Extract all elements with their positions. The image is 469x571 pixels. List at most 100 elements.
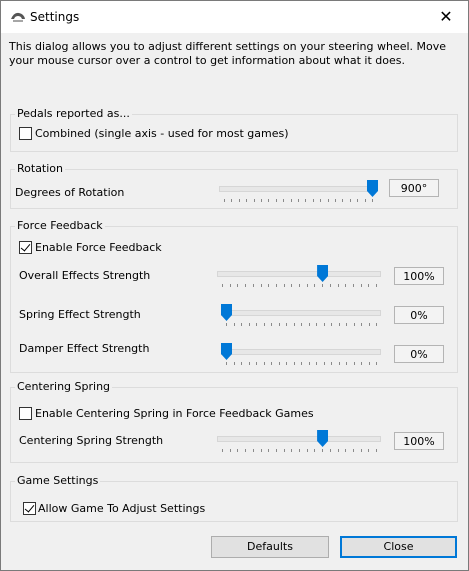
slider-tick [293, 362, 295, 365]
slider-tick [283, 199, 285, 202]
slider-thumb[interactable] [221, 343, 232, 360]
slider-tick [286, 323, 287, 326]
slider-tick [260, 284, 262, 287]
slider-tick [352, 449, 354, 452]
slider-track [221, 349, 381, 355]
slider-tick [299, 449, 300, 452]
defaults-button[interactable]: Defaults [211, 536, 329, 558]
slider-tick [298, 199, 299, 202]
slider-tick [268, 199, 270, 202]
slider-tick [376, 284, 377, 287]
title-bar[interactable]: Settings ✕ [1, 1, 468, 33]
slider-tick [246, 199, 248, 202]
rotation-legend: Rotation [15, 162, 66, 175]
slider-thumb[interactable] [221, 304, 232, 321]
slider-tick [316, 362, 317, 365]
steering-wheel-app-icon [11, 12, 25, 22]
pedals-legend: Pedals reported as... [15, 107, 132, 120]
settings-dialog: Settings ✕ This dialog allows you to adj… [0, 0, 469, 571]
rotation-group: Rotation Degrees of Rotation 900° [10, 162, 458, 209]
slider-thumb[interactable] [317, 265, 329, 282]
enable-centering-checkbox[interactable] [19, 407, 32, 420]
degrees-slider[interactable] [219, 180, 378, 203]
slider-tick [237, 284, 239, 287]
slider-tick [312, 199, 314, 202]
slider-tick [345, 284, 347, 287]
slider-tick [291, 449, 293, 452]
slider-tick [229, 284, 231, 287]
slider-tick [331, 362, 332, 365]
slider-ticks [219, 199, 377, 203]
game-settings-legend: Game Settings [15, 474, 101, 487]
slider-tick [291, 284, 293, 287]
slider-tick [222, 284, 223, 287]
slider-tick [335, 199, 336, 202]
slider-tick [256, 323, 257, 326]
overall-strength-value: 100% [394, 267, 444, 285]
enable-ffb-label[interactable]: Enable Force Feedback [35, 241, 162, 254]
pedals-group: Pedals reported as... Combined (single a… [10, 107, 458, 152]
slider-tick [308, 362, 310, 365]
slider-tick [338, 323, 340, 326]
slider-tick [337, 449, 339, 452]
allow-game-label[interactable]: Allow Game To Adjust Settings [38, 502, 205, 515]
allow-game-checkbox[interactable] [23, 502, 36, 515]
slider-tick [327, 199, 329, 202]
slider-tick [329, 284, 331, 287]
force-feedback-group: Force Feedback Enable Force Feedback Ove… [10, 219, 458, 373]
damper-strength-label: Damper Effect Strength [19, 342, 150, 355]
close-icon[interactable]: ✕ [434, 7, 458, 27]
centering-spring-legend: Centering Spring [15, 380, 113, 393]
slider-tick [368, 323, 370, 326]
overall-strength-slider[interactable] [217, 265, 381, 287]
slider-tick [271, 362, 272, 365]
damper-strength-slider[interactable] [221, 343, 381, 365]
slider-thumb[interactable] [367, 180, 378, 197]
slider-tick [248, 362, 250, 365]
centering-strength-slider[interactable] [217, 430, 381, 452]
slider-track [219, 186, 377, 192]
slider-tick [222, 449, 223, 452]
slider-tick [268, 449, 270, 452]
slider-tick [346, 362, 347, 365]
enable-ffb-checkbox[interactable] [19, 241, 32, 254]
slider-tick [224, 199, 225, 202]
slider-tick [226, 362, 227, 365]
slider-tick [368, 449, 370, 452]
slider-tick [306, 284, 308, 287]
slider-thumb[interactable] [317, 430, 329, 447]
slider-tick [338, 362, 340, 365]
slider-tick [368, 284, 370, 287]
slider-tick [376, 323, 377, 326]
slider-tick [252, 284, 254, 287]
slider-tick [316, 323, 317, 326]
spring-strength-label: Spring Effect Strength [19, 308, 141, 321]
slider-tick [353, 362, 355, 365]
slider-tick [248, 323, 250, 326]
slider-track [217, 436, 381, 442]
window-title: Settings [30, 10, 80, 24]
slider-ticks [221, 323, 381, 327]
combined-checkbox[interactable] [19, 127, 32, 140]
slider-tick [263, 362, 265, 365]
centering-spring-group: Centering Spring Enable Centering Spring… [10, 380, 458, 463]
intro-text: This dialog allows you to adjust differe… [9, 40, 447, 67]
spring-strength-slider[interactable] [221, 304, 381, 326]
slider-tick [301, 362, 302, 365]
enable-centering-label[interactable]: Enable Centering Spring in Force Feedbac… [35, 407, 314, 420]
combined-label[interactable]: Combined (single axis - used for most ga… [35, 127, 289, 140]
centering-strength-label: Centering Spring Strength [19, 434, 164, 447]
close-button[interactable]: Close [340, 536, 457, 558]
slider-tick [253, 199, 255, 202]
slider-tick [368, 362, 370, 365]
slider-tick [305, 199, 307, 202]
centering-strength-value: 100% [394, 432, 444, 450]
slider-tick [226, 323, 227, 326]
force-feedback-legend: Force Feedback [15, 219, 105, 232]
slider-tick [322, 449, 324, 452]
slider-tick [331, 323, 332, 326]
slider-tick [323, 323, 325, 326]
slider-tick [314, 284, 316, 287]
slider-tick [329, 449, 331, 452]
slider-tick [299, 284, 300, 287]
